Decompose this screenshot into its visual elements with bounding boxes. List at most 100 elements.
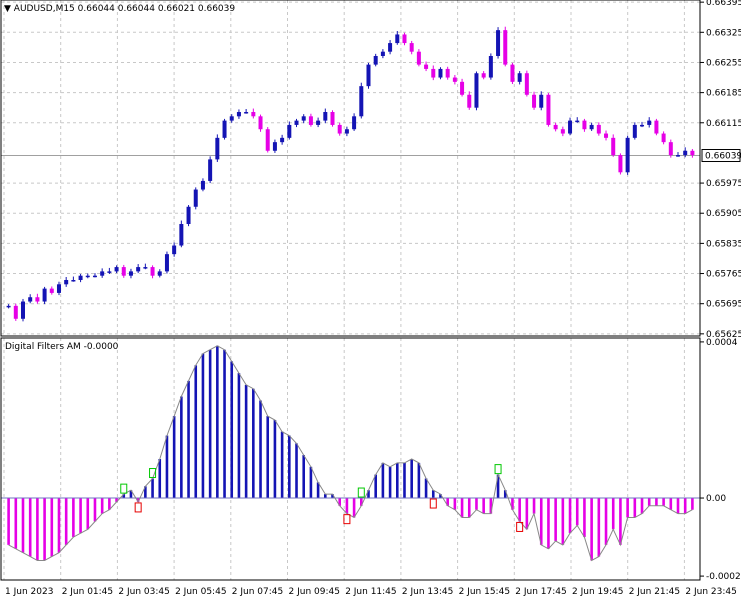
candle-body[interactable] xyxy=(575,120,580,123)
candle-body[interactable] xyxy=(157,271,162,276)
candle-body[interactable] xyxy=(438,68,443,78)
candle-body[interactable] xyxy=(517,73,522,82)
candle-body[interactable] xyxy=(424,64,429,69)
candle-body[interactable] xyxy=(647,120,652,125)
candle-body[interactable] xyxy=(539,94,544,108)
candle-body[interactable] xyxy=(121,267,126,276)
candle-body[interactable] xyxy=(136,267,141,272)
candle-body[interactable] xyxy=(589,124,594,130)
candle-body[interactable] xyxy=(618,155,623,173)
candle-body[interactable] xyxy=(481,73,486,78)
buy-signal-marker[interactable] xyxy=(357,487,365,498)
candle-body[interactable] xyxy=(366,64,371,87)
candle-body[interactable] xyxy=(352,116,357,130)
candle-body[interactable] xyxy=(150,267,155,276)
candle-body[interactable] xyxy=(467,94,472,108)
candle-body[interactable] xyxy=(553,124,558,130)
candle-body[interactable] xyxy=(265,129,270,151)
candle-body[interactable] xyxy=(107,271,112,273)
candle-body[interactable] xyxy=(582,120,587,130)
candle-body[interactable] xyxy=(604,133,609,138)
candle-body[interactable] xyxy=(503,30,508,65)
sell-signal-marker[interactable] xyxy=(429,498,437,509)
candle-body[interactable] xyxy=(172,245,177,255)
candle-body[interactable] xyxy=(474,73,479,108)
candle-body[interactable] xyxy=(308,116,313,125)
chart-window[interactable]: 1 Jun 2023 2 Jun 01:45 2 Jun 03:45 2 Jun 05… xyxy=(0,0,741,600)
candle-body[interactable] xyxy=(128,271,133,276)
candle-body[interactable] xyxy=(179,224,184,246)
candle-body[interactable] xyxy=(294,120,299,125)
candle-body[interactable] xyxy=(258,116,263,130)
candle-body[interactable] xyxy=(560,129,565,134)
candle-body[interactable] xyxy=(416,51,421,65)
candle-body[interactable] xyxy=(42,288,47,302)
candle-body[interactable] xyxy=(524,73,529,95)
candle-body[interactable] xyxy=(676,155,681,157)
price-candles[interactable] xyxy=(6,26,695,322)
candle-body[interactable] xyxy=(359,86,364,117)
candle-body[interactable] xyxy=(640,124,645,127)
candle-body[interactable] xyxy=(373,56,378,65)
candle-body[interactable] xyxy=(402,34,407,44)
candle-body[interactable] xyxy=(654,120,659,134)
candle-body[interactable] xyxy=(20,301,25,319)
candle-body[interactable] xyxy=(35,297,40,302)
indicator-histogram[interactable] xyxy=(1,345,700,562)
candle-body[interactable] xyxy=(337,124,342,134)
candle-body[interactable] xyxy=(49,288,54,293)
candle-body[interactable] xyxy=(287,124,292,138)
candle-body[interactable] xyxy=(625,137,630,173)
candle-body[interactable] xyxy=(251,112,256,117)
candle-body[interactable] xyxy=(85,275,90,278)
candle-body[interactable] xyxy=(13,305,18,319)
candle-body[interactable] xyxy=(114,267,119,272)
candle-body[interactable] xyxy=(568,120,573,134)
candle-body[interactable] xyxy=(690,150,695,156)
candle-body[interactable] xyxy=(208,159,213,181)
candle-body[interactable] xyxy=(388,43,393,52)
candle-body[interactable] xyxy=(100,271,105,276)
candle-body[interactable] xyxy=(186,206,191,224)
candle-body[interactable] xyxy=(92,275,97,278)
candle-body[interactable] xyxy=(431,68,436,78)
candle-body[interactable] xyxy=(236,112,241,117)
candle-body[interactable] xyxy=(452,77,457,82)
candle-body[interactable] xyxy=(272,142,277,151)
candle-body[interactable] xyxy=(488,56,493,78)
main-header[interactable]: ▼ AUDUSD,M15 0.66044 0.66044 0.66021 0.6… xyxy=(4,4,235,14)
candle-body[interactable] xyxy=(244,112,249,114)
candle-body[interactable] xyxy=(229,116,234,121)
collapse-arrow-icon[interactable]: ▼ xyxy=(4,4,11,14)
candle-body[interactable] xyxy=(323,112,328,121)
candle-body[interactable] xyxy=(193,189,198,207)
candle-body[interactable] xyxy=(344,129,349,134)
candle-body[interactable] xyxy=(6,305,11,308)
candle-body[interactable] xyxy=(532,94,537,108)
candle-body[interactable] xyxy=(56,284,61,293)
candle-body[interactable] xyxy=(200,180,205,190)
candle-body[interactable] xyxy=(380,51,385,56)
candle-body[interactable] xyxy=(632,124,637,138)
candle-body[interactable] xyxy=(668,142,673,156)
candle-body[interactable] xyxy=(546,94,551,125)
candle-body[interactable] xyxy=(316,120,321,125)
buy-signal-marker[interactable] xyxy=(494,464,502,475)
candle-body[interactable] xyxy=(611,137,616,156)
candle-body[interactable] xyxy=(445,68,450,78)
candle-body[interactable] xyxy=(143,267,148,269)
candle-body[interactable] xyxy=(409,43,414,52)
candle-body[interactable] xyxy=(496,30,501,56)
candle-body[interactable] xyxy=(280,137,285,143)
candle-body[interactable] xyxy=(460,81,465,95)
candle-body[interactable] xyxy=(301,116,306,121)
candle-body[interactable] xyxy=(596,124,601,134)
sell-signal-marker[interactable] xyxy=(134,502,142,513)
candle-body[interactable] xyxy=(683,150,688,156)
candle-body[interactable] xyxy=(28,297,33,302)
sell-signal-marker[interactable] xyxy=(343,514,351,525)
candle-body[interactable] xyxy=(164,254,169,272)
candle-body[interactable] xyxy=(661,133,666,143)
buy-signal-marker[interactable] xyxy=(120,483,128,494)
candle-body[interactable] xyxy=(395,34,400,44)
